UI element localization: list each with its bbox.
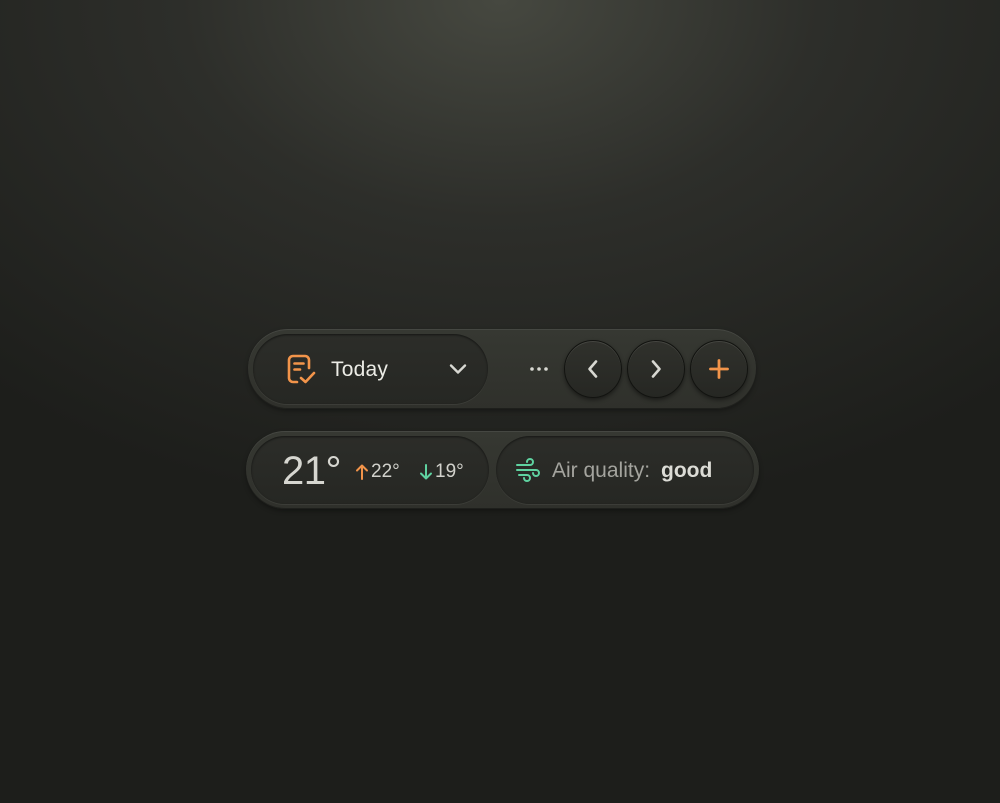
arrow-up-icon xyxy=(356,464,368,480)
high-temperature: 22° xyxy=(355,461,400,483)
more-options-button[interactable] xyxy=(524,353,554,385)
date-range-dropdown[interactable]: Today xyxy=(253,334,488,404)
previous-button[interactable] xyxy=(564,340,622,398)
weather-widget: 21° 22° 19° Air quality: good xyxy=(246,431,759,509)
document-check-icon xyxy=(287,354,316,384)
high-temperature-value: 22° xyxy=(371,461,400,482)
low-temperature: 19° xyxy=(419,461,464,483)
next-button[interactable] xyxy=(627,340,685,398)
add-button[interactable] xyxy=(690,340,748,398)
current-temperature: 21° xyxy=(282,449,342,493)
calendar-toolbar: Today xyxy=(248,329,756,409)
date-range-label: Today xyxy=(331,358,389,381)
arrow-down-icon xyxy=(420,464,432,480)
air-quality-panel: Air quality: good xyxy=(496,436,754,504)
plus-icon xyxy=(709,359,729,379)
temperature-panel: 21° 22° 19° xyxy=(251,436,489,504)
air-quality-value: good xyxy=(661,459,713,482)
chevron-right-icon xyxy=(651,360,661,378)
wind-icon xyxy=(516,458,540,482)
chevron-left-icon xyxy=(588,360,598,378)
low-temperature-value: 19° xyxy=(435,461,464,482)
air-quality-label: Air quality: xyxy=(552,459,651,482)
chevron-down-icon xyxy=(449,364,467,374)
